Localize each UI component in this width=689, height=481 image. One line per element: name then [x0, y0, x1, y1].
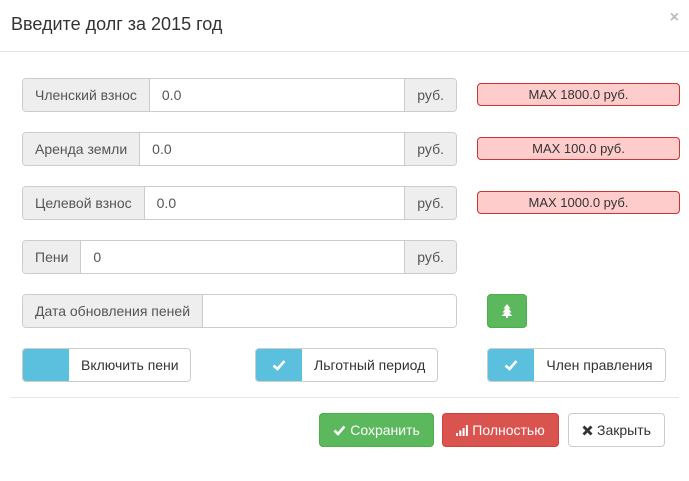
board-member-label: Член правления: [546, 357, 653, 373]
check-icon: [504, 360, 518, 371]
land-rent-input[interactable]: [140, 133, 405, 165]
penalty-date-group: Дата обновления пеней: [22, 294, 457, 328]
penalty-label: Пени: [23, 241, 82, 273]
close-button-label: Закрыть: [597, 422, 651, 438]
save-button-label: Сохранить: [350, 422, 420, 438]
save-button[interactable]: Сохранить: [319, 413, 434, 447]
tree-icon: [501, 304, 513, 318]
membership-fee-max-badge: MAX 1800.0 руб.: [477, 83, 680, 106]
full-payment-button-label: Полностью: [472, 422, 545, 438]
enable-penalty-checkbox[interactable]: [23, 349, 69, 381]
penalty-date-label: Дата обновления пеней: [23, 295, 204, 327]
penalty-unit: руб.: [404, 241, 456, 273]
close-icon[interactable]: ×: [670, 10, 679, 26]
membership-fee-unit: руб.: [404, 79, 456, 111]
enable-penalty-toggle[interactable]: Включить пени: [22, 348, 191, 382]
check-icon: [272, 360, 286, 371]
land-rent-unit: руб.: [404, 133, 456, 165]
land-rent-max-badge: MAX 100.0 руб.: [477, 137, 680, 160]
close-icon: [582, 425, 593, 436]
target-fee-group: Целевой взнос руб.: [22, 186, 457, 220]
board-member-toggle[interactable]: Член правления: [487, 348, 666, 382]
target-fee-label: Целевой взнос: [23, 187, 145, 219]
penalty-date-input[interactable]: [203, 295, 456, 327]
modal-title: Введите долг за 2015 год: [11, 14, 223, 34]
grace-period-checkbox[interactable]: [256, 349, 302, 381]
target-fee-max-badge: MAX 1000.0 руб.: [477, 191, 680, 214]
footer-divider: [11, 397, 679, 398]
target-fee-input[interactable]: [144, 187, 405, 219]
membership-fee-label: Членский взнос: [23, 79, 150, 111]
membership-fee-input[interactable]: [149, 79, 405, 111]
membership-fee-group: Членский взнос руб.: [22, 78, 457, 112]
enable-penalty-label: Включить пени: [81, 357, 179, 373]
check-icon: [333, 425, 346, 436]
grace-period-label: Льготный период: [314, 357, 426, 373]
land-rent-group: Аренда земли руб.: [22, 132, 457, 166]
target-fee-unit: руб.: [404, 187, 456, 219]
land-rent-label: Аренда земли: [23, 133, 141, 165]
full-payment-button[interactable]: Полностью: [442, 413, 559, 447]
board-member-checkbox[interactable]: [488, 349, 534, 381]
grace-period-toggle[interactable]: Льготный период: [255, 348, 438, 382]
penalty-input[interactable]: [81, 241, 405, 273]
modal-header: Введите долг за 2015 год ×: [0, 0, 689, 52]
signal-icon: [456, 424, 469, 436]
close-button[interactable]: Закрыть: [568, 413, 665, 447]
penalty-group: Пени руб.: [22, 240, 457, 274]
penalty-date-button[interactable]: [487, 294, 527, 328]
